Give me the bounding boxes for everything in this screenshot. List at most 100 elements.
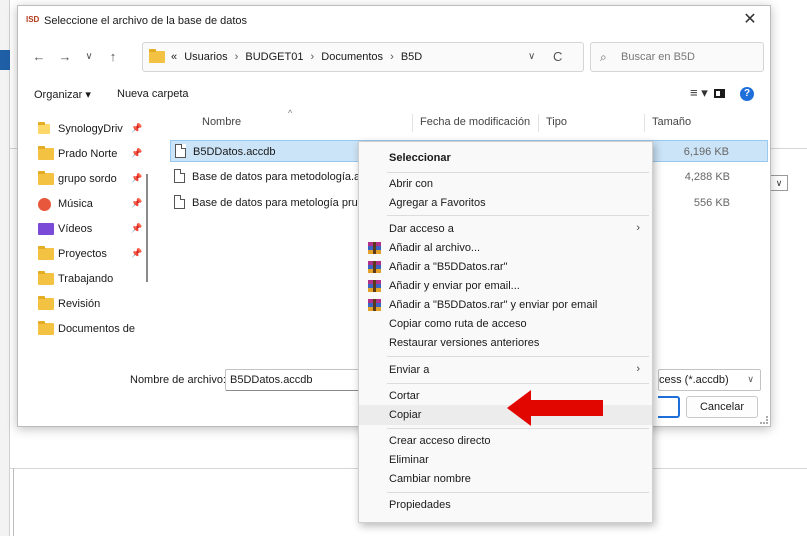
pin-icon: 📌 (131, 223, 143, 233)
chevron-down-icon: ∨ (747, 374, 754, 384)
filename-label: Nombre de archivo: (130, 374, 226, 386)
menu-item-copiar[interactable]: Copiar (359, 405, 652, 425)
view-options-icon[interactable]: ≡ ▾ (690, 85, 708, 101)
sidebar-item-documentos-de[interactable]: Documentos de (38, 318, 146, 340)
close-icon[interactable]: ✕ (740, 11, 760, 31)
sidebar-item-label: Trabajando (58, 273, 114, 285)
sidebar-item-label: SynologyDriv (58, 123, 123, 135)
menu-item-anadir-rar[interactable]: Añadir a "B5DDatos.rar" (359, 257, 652, 277)
preview-pane-icon[interactable] (714, 89, 725, 98)
menu-item-enviar-a[interactable]: Enviar a › (359, 360, 652, 380)
folder-icon (38, 271, 54, 285)
sidebar-item-musica[interactable]: Música 📌 (38, 193, 146, 215)
arrow-shape (507, 390, 603, 426)
menu-item-eliminar[interactable]: Eliminar (359, 450, 652, 470)
menu-item-label: Cortar (389, 390, 420, 402)
menu-separator (387, 215, 649, 216)
sidebar-item-synologydrive[interactable]: SynologyDriv 📌 (38, 118, 146, 140)
sidebar-item-grupo-sordo[interactable]: grupo sordo 📌 (38, 168, 146, 190)
menu-item-crear-acceso-directo[interactable]: Crear acceso directo (359, 431, 652, 451)
column-separator[interactable] (644, 114, 645, 132)
breadcrumb-item-b5d[interactable]: B5D (401, 51, 422, 63)
breadcrumb-item-usuarios[interactable]: Usuarios (184, 51, 227, 63)
new-folder-button[interactable]: Nueva carpeta (117, 88, 189, 100)
menu-item-label: Copiar (389, 409, 422, 421)
background-app-accent (0, 50, 10, 70)
address-bar[interactable]: « Usuarios › BUDGET01 › Documentos › B5D… (142, 42, 584, 72)
red-arrow-annotation-icon (507, 390, 603, 426)
menu-item-restaurar-versiones[interactable]: Restaurar versiones anteriores (359, 333, 652, 353)
menu-item-label: Propiedades (389, 499, 451, 511)
menu-item-label: Añadir al archivo... (389, 242, 481, 254)
navigation-pane-scrollbar[interactable] (146, 174, 148, 282)
sidebar-item-trabajando[interactable]: Trabajando (38, 268, 146, 290)
chevron-right-icon: › (636, 222, 640, 234)
folder-icon (38, 296, 54, 310)
pin-icon: 📌 (131, 248, 143, 258)
chevron-right-icon[interactable]: › (311, 51, 315, 63)
recent-locations-chevron-icon[interactable]: ∨ (80, 48, 98, 66)
open-button[interactable] (658, 396, 680, 418)
winrar-icon (368, 299, 381, 311)
sidebar-item-proyectos[interactable]: Proyectos 📌 (38, 243, 146, 265)
sidebar-item-label: Prado Norte (58, 148, 118, 160)
forward-arrow-icon[interactable]: → (56, 48, 74, 66)
column-separator[interactable] (412, 114, 413, 132)
folder-icon (38, 321, 54, 335)
menu-item-anadir-email[interactable]: Añadir y enviar por email... (359, 276, 652, 296)
file-type-filter[interactable]: cess (*.accdb) ∨ (658, 369, 761, 391)
chevron-right-icon: › (636, 363, 640, 375)
menu-item-propiedades[interactable]: Propiedades (359, 495, 652, 515)
back-arrow-icon[interactable]: ← (30, 48, 48, 66)
cancel-button[interactable]: Cancelar (686, 396, 758, 418)
background-combo-chevron-icon[interactable]: ∨ (770, 175, 788, 191)
file-icon (174, 169, 185, 183)
chevron-right-icon[interactable]: › (390, 51, 394, 63)
menu-item-abrir-con[interactable]: Abrir con (359, 174, 652, 194)
menu-item-copiar-ruta[interactable]: Copiar como ruta de acceso (359, 314, 652, 334)
search-box[interactable]: ⌕ Buscar en B5D (590, 42, 764, 72)
breadcrumb-item-documentos[interactable]: Documentos (321, 51, 383, 63)
menu-item-cortar[interactable]: Cortar (359, 386, 652, 406)
video-icon (38, 223, 54, 235)
chevron-right-icon[interactable]: › (235, 51, 239, 63)
menu-item-anadir-archivo[interactable]: Añadir al archivo... (359, 238, 652, 258)
menu-item-dar-acceso[interactable]: Dar acceso a › (359, 219, 652, 239)
sidebar-item-label: Vídeos (58, 223, 93, 235)
app-icon: ISD (26, 15, 40, 24)
help-icon[interactable]: ? (740, 87, 754, 101)
menu-item-cambiar-nombre[interactable]: Cambiar nombre (359, 469, 652, 489)
column-separator[interactable] (538, 114, 539, 132)
search-placeholder: Buscar en B5D (621, 51, 695, 63)
menu-item-anadir-rar-email[interactable]: Añadir a "B5DDatos.rar" y enviar por ema… (359, 295, 652, 315)
column-header-size[interactable]: Tamaño (652, 116, 691, 128)
winrar-icon (368, 280, 381, 292)
menu-item-seleccionar[interactable]: Seleccionar (359, 148, 652, 168)
command-bar: Organizar ▾ Nueva carpeta ≡ ▾ ? (18, 84, 770, 106)
winrar-icon (368, 242, 381, 254)
pin-icon: 📌 (131, 123, 143, 133)
breadcrumb-overflow[interactable]: « (171, 51, 177, 63)
sidebar-item-label: Proyectos (58, 248, 107, 260)
menu-item-agregar-favoritos[interactable]: Agregar a Favoritos (359, 193, 652, 213)
background-vertical-line (13, 468, 14, 536)
column-header-name[interactable]: Nombre (202, 116, 241, 128)
sidebar-item-prado-norte[interactable]: Prado Norte 📌 (38, 143, 146, 165)
file-name: B5DDatos.accdb (193, 146, 276, 158)
resize-grip[interactable] (760, 416, 768, 424)
navigation-bar: ← → ∨ ↑ « Usuarios › BUDGET01 › Document… (18, 38, 770, 78)
dialog-title: Seleccione el archivo de la base de dato… (44, 15, 248, 27)
up-arrow-icon[interactable]: ↑ (104, 48, 122, 66)
organize-button[interactable]: Organizar ▾ (34, 88, 91, 101)
address-dropdown-chevron-icon[interactable]: ∨ (528, 51, 535, 62)
refresh-icon[interactable]: C (553, 49, 562, 64)
sidebar-item-revision[interactable]: Revisión (38, 293, 146, 315)
sidebar-item-videos[interactable]: Vídeos 📌 (38, 218, 146, 240)
search-icon: ⌕ (600, 50, 607, 64)
column-header-type[interactable]: Tipo (546, 116, 567, 128)
column-header-date[interactable]: Fecha de modificación (420, 116, 530, 128)
menu-item-label: Restaurar versiones anteriores (389, 337, 540, 349)
breadcrumb-item-budget01[interactable]: BUDGET01 (245, 51, 303, 63)
sidebar-item-label: grupo sordo (58, 173, 117, 185)
file-icon (174, 195, 185, 209)
